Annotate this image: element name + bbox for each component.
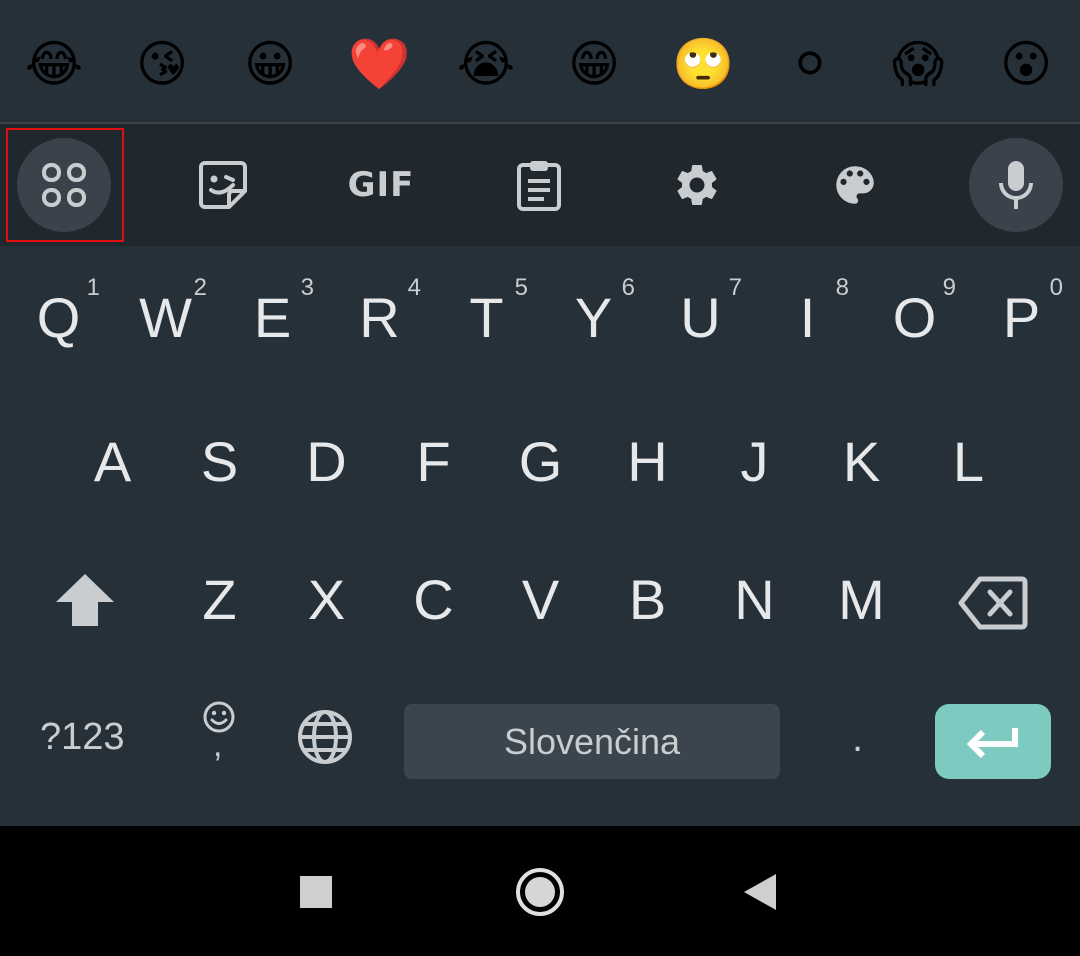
emoji-suggestion[interactable]: 😭 [456,34,516,94]
key-letter: S [200,430,239,493]
comma-label: , [213,726,223,764]
key-letter: G [518,430,563,493]
key-hint: 7 [728,274,742,301]
sticker-button[interactable] [176,138,270,232]
home-circle-icon[interactable] [515,867,565,917]
key-t[interactable]: T5 [433,246,540,376]
voice-input-button[interactable] [969,138,1063,232]
enter-arrow-icon [966,727,1018,758]
key-letter: J [740,430,769,493]
key-letter: M [838,568,885,631]
emoji-suggestion[interactable]: 😱 [888,34,948,94]
shift-key[interactable] [32,534,139,664]
back-triangle-icon[interactable] [742,872,778,912]
key-n[interactable]: N [701,534,808,664]
key-f[interactable]: F [380,396,487,526]
key-c[interactable]: C [380,534,487,664]
key-hint: 9 [942,274,956,301]
key-letter: H [627,430,668,493]
clipboard-icon [517,161,561,211]
emoji-suggestion[interactable]: ❤️ [348,34,410,94]
key-b[interactable]: B [594,534,701,664]
microphone-icon [999,161,1033,209]
key-hint: 4 [407,274,421,301]
key-x[interactable]: X [273,534,380,664]
emoji-suggestion[interactable]: 😀 [240,34,300,94]
theme-button[interactable] [808,138,902,232]
gif-button[interactable]: GIF [334,138,428,232]
key-letter: N [734,568,775,631]
recents-square-icon[interactable] [300,876,332,908]
key-hint: 8 [835,274,849,301]
key-letter: L [952,430,985,493]
emoji-suggestion[interactable]: 😘 [132,34,192,94]
globe-icon [298,710,352,764]
keyboard-toolbar: GIF [0,124,1080,246]
settings-button[interactable] [650,138,744,232]
keyboard-keys: Q1 W2 E3 R4 T5 Y6 U7 I8 O9 P0 A S D F G … [0,246,1080,826]
key-hint: 5 [514,274,528,301]
key-h[interactable]: H [594,396,701,526]
key-hint: 6 [621,274,635,301]
key-letter: X [307,568,346,631]
emoji-suggestion[interactable]: 😂 [24,34,84,94]
key-letter: A [93,430,132,493]
palette-icon [836,166,874,204]
key-hint: 3 [300,274,314,301]
key-w[interactable]: W2 [112,246,219,376]
emoji-suggestion[interactable]: 😮 [996,34,1056,94]
gif-icon: GIF [347,165,415,205]
key-k[interactable]: K [808,396,915,526]
language-key[interactable] [296,708,354,766]
key-letter: D [306,430,347,493]
symbols-key[interactable]: ?123 [40,716,125,759]
system-navigation-bar [0,826,1080,956]
emoji-suggestion-strip: 😂 😘 😀 ❤️ 😭 😁 🙄 ⚪ 😱 😮 [0,0,1080,124]
period-key[interactable]: . [852,716,863,761]
key-d[interactable]: D [273,396,380,526]
sticker-icon [199,161,247,209]
key-hint: 2 [193,274,207,301]
key-l[interactable]: L [915,396,1022,526]
apps-grid-button[interactable] [17,138,111,232]
clipboard-button[interactable] [492,138,586,232]
emoji-suggestion[interactable]: 🙄 [672,34,734,94]
key-y[interactable]: Y6 [540,246,647,376]
emoji-suggestion[interactable]: ⚪ [780,34,840,94]
apps-grid-icon [42,163,86,207]
key-z[interactable]: Z [166,534,273,664]
key-u[interactable]: U7 [647,246,754,376]
settings-gear-icon [677,164,717,205]
key-i[interactable]: I8 [754,246,861,376]
key-o[interactable]: O9 [861,246,968,376]
key-r[interactable]: R4 [326,246,433,376]
key-hint: 0 [1049,274,1063,301]
emoji-suggestion[interactable]: 😁 [564,34,624,94]
comma-emoji-key[interactable]: , [196,698,242,778]
key-s[interactable]: S [166,396,273,526]
key-j[interactable]: J [701,396,808,526]
backspace-key[interactable] [940,534,1047,664]
enter-key[interactable] [935,704,1051,779]
key-v[interactable]: V [487,534,594,664]
key-letter: K [842,430,881,493]
key-letter: C [413,568,454,631]
key-hint: 1 [86,274,100,301]
key-g[interactable]: G [487,396,594,526]
key-m[interactable]: M [808,534,915,664]
key-e[interactable]: E3 [219,246,326,376]
key-p[interactable]: P0 [968,246,1075,376]
key-a[interactable]: A [59,396,166,526]
key-letter: Z [202,568,237,631]
key-q[interactable]: Q1 [5,246,112,376]
backspace-icon [958,576,1028,630]
key-letter: F [416,430,451,493]
shift-arrow-icon [56,574,114,626]
space-bar[interactable]: Slovenčina [404,704,780,779]
key-letter: V [521,568,560,631]
key-letter: B [628,568,667,631]
